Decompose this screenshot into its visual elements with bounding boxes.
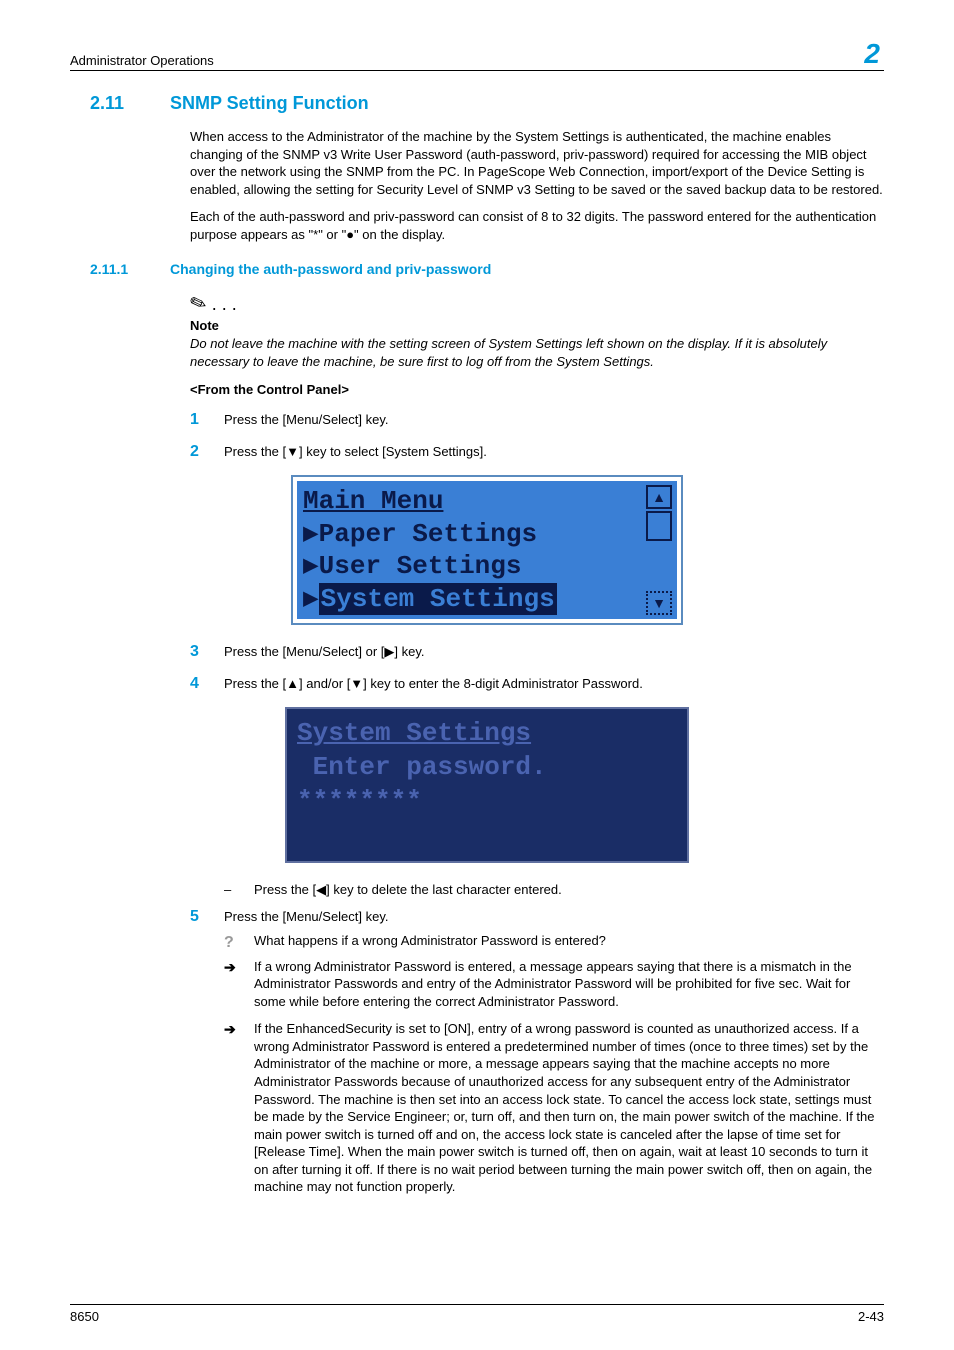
lcd-title: Main Menu bbox=[303, 485, 637, 518]
footer-page: 2-43 bbox=[858, 1309, 884, 1324]
chapter-number: 2 bbox=[860, 40, 884, 68]
arrow-icon: ➔ bbox=[224, 1020, 254, 1195]
intro-paragraph-2: Each of the auth-password and priv-passw… bbox=[190, 208, 884, 243]
step-text: Press the [▼] key to select [System Sett… bbox=[224, 443, 884, 461]
lcd-menu-item: ▶Paper Settings bbox=[303, 518, 637, 551]
scroll-up-icon: ▲ bbox=[646, 485, 672, 509]
step-3: 3 Press the [Menu/Select] or [▶] key. bbox=[190, 643, 884, 661]
step-5-question: ? What happens if a wrong Administrator … bbox=[224, 932, 884, 954]
step-text: Press the [▲] and/or [▼] key to enter th… bbox=[224, 675, 884, 693]
intro-paragraph-1: When access to the Administrator of the … bbox=[190, 128, 884, 198]
step-text: Press the [Menu/Select] key. bbox=[224, 411, 884, 429]
answer-text: If the EnhancedSecurity is set to [ON], … bbox=[254, 1020, 884, 1195]
step-4: 4 Press the [▲] and/or [▼] key to enter … bbox=[190, 675, 884, 693]
step-text: Press the [Menu/Select] or [▶] key. bbox=[224, 643, 884, 661]
lcd-screen-main-menu: Main Menu ▶Paper Settings ▶User Settings… bbox=[291, 475, 683, 625]
page-footer: 8650 2-43 bbox=[70, 1304, 884, 1324]
footer-model: 8650 bbox=[70, 1309, 99, 1324]
step-number: 4 bbox=[190, 675, 224, 693]
lcd-prompt: Enter password. bbox=[297, 751, 677, 785]
lcd-menu-item: ▶User Settings bbox=[303, 550, 637, 583]
lcd-screen-system-settings: System Settings Enter password. ******** bbox=[285, 707, 689, 862]
step-5-answer-1: ➔ If a wrong Administrator Password is e… bbox=[224, 958, 884, 1011]
subsection-title: Changing the auth-password and priv-pass… bbox=[170, 261, 491, 277]
lcd-menu-cursor: ▶ bbox=[303, 584, 319, 614]
step-number: 5 bbox=[190, 908, 224, 926]
section-title: SNMP Setting Function bbox=[170, 93, 369, 113]
arrow-icon: ➔ bbox=[224, 958, 254, 1011]
subsection-number: 2.11.1 bbox=[90, 261, 170, 277]
step-1: 1 Press the [Menu/Select] key. bbox=[190, 411, 884, 429]
lcd-menu-item-selected: System Settings bbox=[319, 583, 557, 616]
question-icon: ? bbox=[224, 932, 254, 954]
section-number: 2.11 bbox=[90, 93, 170, 114]
page-header: Administrator Operations 2 bbox=[70, 40, 884, 71]
procedure-subhead: <From the Control Panel> bbox=[190, 382, 884, 397]
step-text: Press the [Menu/Select] key. bbox=[224, 908, 884, 926]
note-icon: ✎ . . . bbox=[190, 291, 884, 316]
subsection-heading: 2.11.1Changing the auth-password and pri… bbox=[90, 261, 884, 277]
substep-text: Press the [◀] key to delete the last cha… bbox=[254, 881, 884, 899]
section-heading: 2.11SNMP Setting Function bbox=[90, 93, 884, 114]
dash-marker: – bbox=[224, 881, 254, 899]
header-section: Administrator Operations bbox=[70, 53, 214, 68]
step-5-answer-2: ➔ If the EnhancedSecurity is set to [ON]… bbox=[224, 1020, 884, 1195]
step-number: 2 bbox=[190, 443, 224, 461]
lcd-scrollbar: ▲ ▼ bbox=[646, 485, 674, 615]
step-5: 5 Press the [Menu/Select] key. bbox=[190, 908, 884, 926]
note-text: Do not leave the machine with the settin… bbox=[190, 335, 884, 370]
question-text: What happens if a wrong Administrator Pa… bbox=[254, 932, 884, 954]
step-4-substep: – Press the [◀] key to delete the last c… bbox=[224, 881, 884, 899]
answer-text: If a wrong Administrator Password is ent… bbox=[254, 958, 884, 1011]
step-2: 2 Press the [▼] key to select [System Se… bbox=[190, 443, 884, 461]
scroll-down-icon: ▼ bbox=[646, 591, 672, 615]
step-number: 3 bbox=[190, 643, 224, 661]
lcd-password-mask: ******** bbox=[297, 785, 677, 819]
lcd-title: System Settings bbox=[297, 717, 677, 751]
note-label: Note bbox=[190, 318, 884, 333]
scroll-thumb bbox=[646, 511, 672, 541]
step-number: 1 bbox=[190, 411, 224, 429]
